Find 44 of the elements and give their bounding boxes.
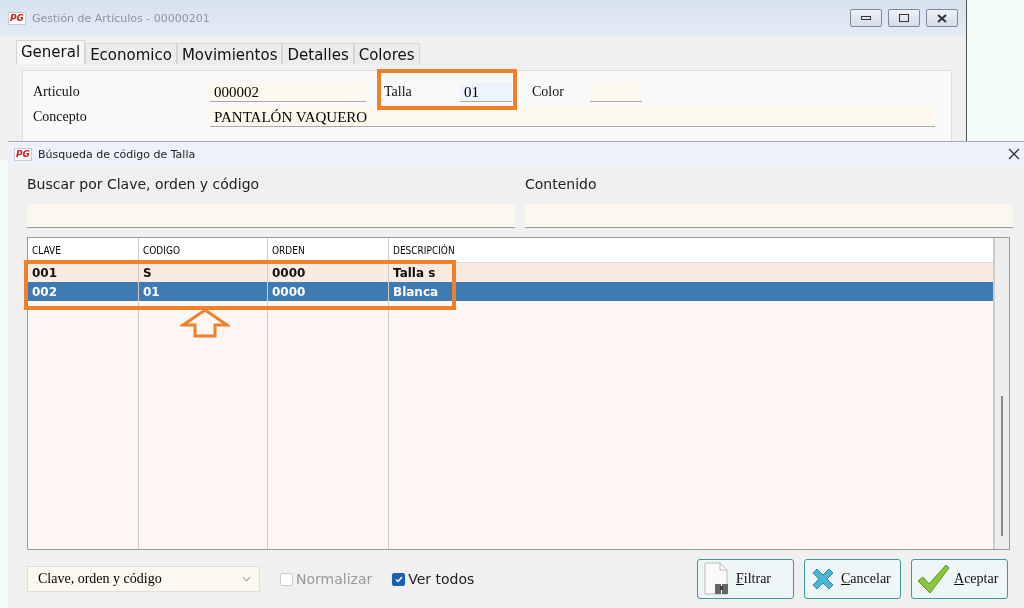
sort-select[interactable]: Clave, orden y código bbox=[27, 566, 260, 592]
scrollbar[interactable] bbox=[994, 238, 1009, 549]
table-cell[interactable]: 0000 bbox=[268, 282, 388, 301]
search-field[interactable] bbox=[27, 204, 515, 228]
app-logo: PG bbox=[14, 147, 32, 161]
table-cell[interactable]: Talla s bbox=[389, 263, 993, 282]
search-label: Buscar por Clave, orden y código bbox=[27, 176, 261, 194]
checkbox[interactable] bbox=[392, 572, 406, 586]
tab[interactable]: General bbox=[16, 40, 86, 64]
close-icon bbox=[937, 13, 947, 23]
chevron-down-icon bbox=[242, 576, 251, 582]
app-logo: PG bbox=[8, 11, 26, 25]
maximize-icon bbox=[899, 14, 909, 22]
minimize-button[interactable] bbox=[850, 9, 882, 27]
table-cell[interactable]: 002 bbox=[28, 282, 138, 301]
window-title: Gestión de Artículos - 00000201 bbox=[32, 11, 211, 25]
input-field[interactable]: PANTALÓN VAQUERO bbox=[210, 106, 935, 127]
search-field[interactable] bbox=[525, 204, 1013, 228]
close-button[interactable] bbox=[926, 9, 958, 27]
tab[interactable]: Colores bbox=[353, 43, 420, 64]
search-label: Contenido bbox=[525, 176, 598, 194]
field-label: Color bbox=[532, 83, 564, 100]
maximize-button[interactable] bbox=[888, 9, 920, 27]
field-label: Concepto bbox=[33, 108, 87, 125]
field-label: Talla bbox=[384, 83, 412, 100]
table-cell[interactable]: 01 bbox=[139, 282, 267, 301]
tab[interactable]: Detalles bbox=[282, 43, 354, 64]
input-field[interactable]: 01 bbox=[460, 81, 512, 102]
up-arrow-icon bbox=[180, 308, 230, 338]
input-field[interactable]: 000002 bbox=[210, 81, 366, 102]
accept-button[interactable]: Aceptar bbox=[911, 559, 1008, 599]
close-icon[interactable] bbox=[1008, 148, 1020, 160]
checkmark-icon bbox=[916, 563, 950, 595]
table-cell[interactable]: Blanca bbox=[389, 282, 993, 301]
checkbox-label[interactable]: Ver todos bbox=[392, 571, 475, 587]
tab[interactable]: Movimientos bbox=[176, 43, 283, 64]
tab[interactable]: Economico bbox=[85, 43, 177, 64]
column-header[interactable]: DESCRIPCIÓN bbox=[389, 238, 993, 263]
dialog-title: Búsqueda de código de Talla bbox=[38, 147, 197, 161]
cancel-button[interactable]: Cancelar bbox=[804, 559, 901, 599]
minimize-icon bbox=[861, 16, 871, 20]
field-label: Articulo bbox=[33, 83, 80, 100]
input-field[interactable] bbox=[590, 81, 642, 102]
filter-button[interactable]: Filtrar bbox=[697, 559, 794, 599]
